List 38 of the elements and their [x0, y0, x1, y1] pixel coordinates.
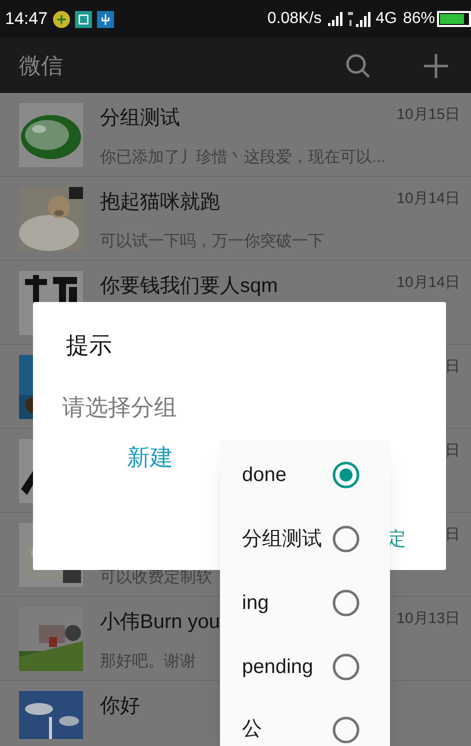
chat-date: 10月14日 — [396, 272, 460, 292]
usb-icon — [96, 10, 114, 28]
chat-date: 日 — [445, 524, 460, 544]
chat-date: 10月14日 — [396, 188, 460, 208]
dialog-title: 提示 — [66, 331, 112, 360]
chat-name: 分组测试 — [100, 106, 180, 130]
menu-option[interactable]: pending — [220, 635, 390, 699]
radio-button[interactable] — [332, 525, 360, 553]
menu-option[interactable]: ing — [220, 571, 390, 635]
battery-percent: 86% — [402, 9, 435, 29]
chat-name: 你好 — [100, 694, 140, 719]
search-icon[interactable] — [345, 52, 371, 78]
radio-button[interactable] — [332, 589, 360, 617]
radio-button[interactable] — [332, 653, 360, 681]
radio-button[interactable] — [332, 461, 360, 489]
menu-option[interactable]: done — [220, 443, 390, 507]
network-type: 4G — [376, 9, 397, 29]
menu-option[interactable]: 分组测试 — [220, 507, 390, 571]
scan-icon — [74, 10, 92, 28]
chat-name: 抱起猫咪就跑 — [100, 190, 220, 214]
battery-icon — [437, 11, 471, 27]
chat-date: 10月15日 — [396, 104, 460, 124]
chat-date: 10月13日 — [396, 608, 460, 628]
network-speed: 0.08K/s — [267, 9, 322, 29]
radio-button[interactable] — [332, 716, 360, 744]
signal-icon — [328, 12, 344, 26]
dialog-message: 请选择分组 — [62, 393, 177, 422]
plus-icon[interactable] — [423, 52, 449, 78]
chat-date: 日 — [445, 440, 460, 460]
signal-icon — [348, 11, 372, 27]
menu-option[interactable]: 公 — [220, 699, 390, 745]
plus-icon — [52, 10, 70, 28]
chat-date: 日 — [445, 356, 460, 376]
app-title: 微信 — [19, 52, 63, 80]
status-time: 14:47 — [5, 8, 48, 30]
message-preview: 那好吧。谢谢 — [100, 652, 196, 670]
chat-name: 你要钱我们要人sqm — [100, 274, 278, 298]
chat-name: 小伟Burn you — [100, 610, 220, 634]
